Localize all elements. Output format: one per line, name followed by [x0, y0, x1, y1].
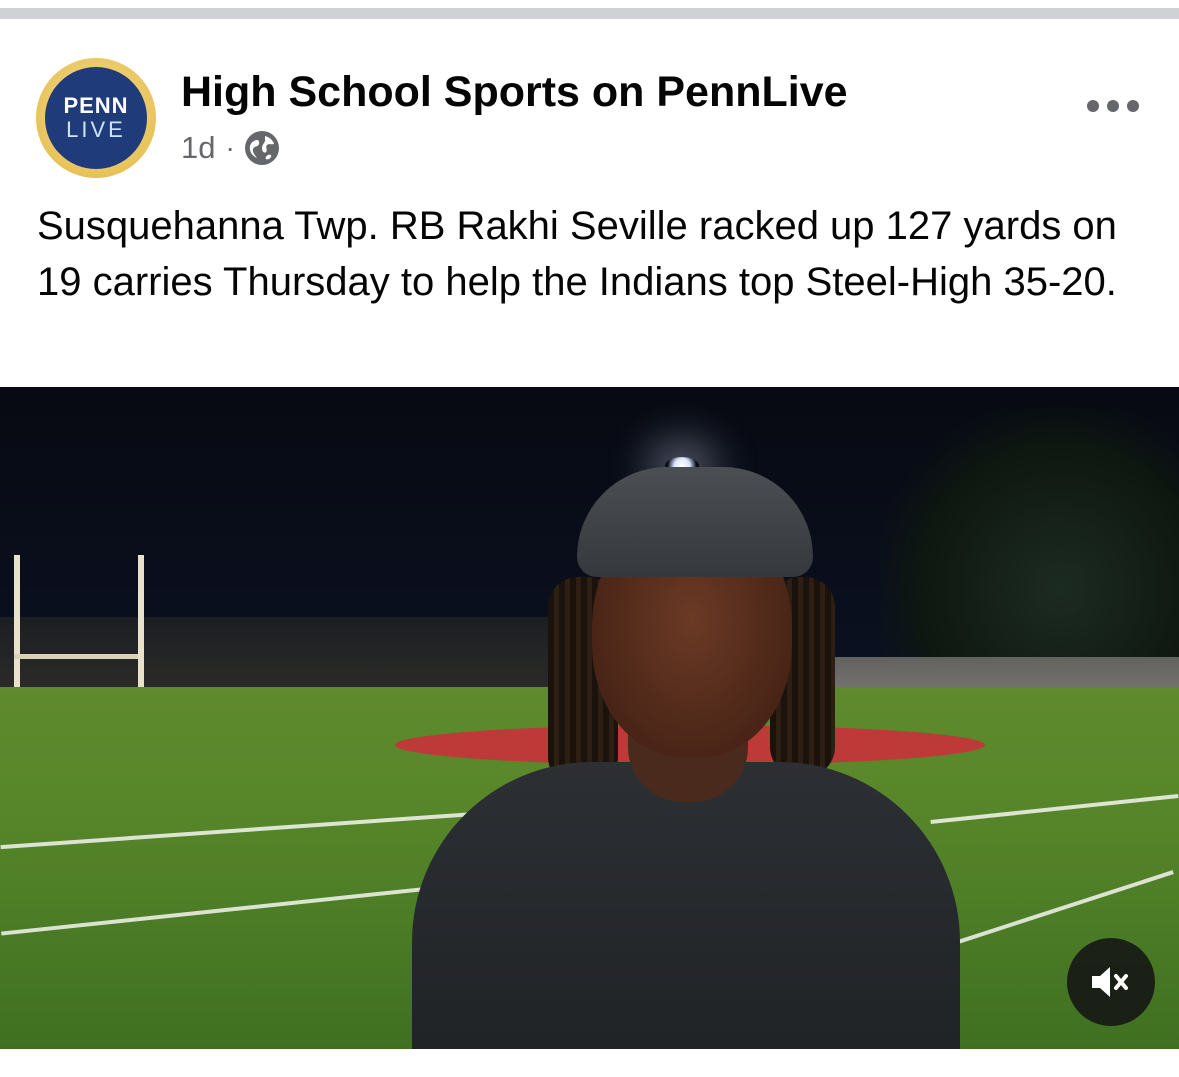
post-caption: Susquehanna Twp. RB Rakhi Seville racked…	[37, 204, 1117, 304]
feed-divider	[0, 0, 1179, 20]
speaker-muted-icon	[1092, 967, 1128, 997]
more-options-icon[interactable]	[1087, 98, 1139, 114]
logo-line-1: PENN	[63, 93, 129, 118]
video-player[interactable]	[0, 387, 1179, 1049]
player-headband	[577, 467, 813, 577]
post-header: PENN LIVE High School Sports on PennLive…	[0, 20, 1179, 190]
page-name-link[interactable]: High School Sports on PennLive	[181, 68, 848, 117]
pennlive-logo: PENN LIVE	[45, 67, 147, 169]
mute-toggle-button[interactable]	[1067, 938, 1155, 1026]
post-footer-spacer	[0, 1049, 1179, 1077]
post-timestamp[interactable]: 1d	[181, 130, 215, 166]
dot-3	[1127, 100, 1139, 112]
goalpost	[14, 555, 144, 695]
dot-1	[1087, 100, 1099, 112]
globe-icon[interactable]	[244, 131, 279, 165]
post-meta: 1d ·	[181, 130, 279, 166]
video-trees	[880, 407, 1179, 667]
player-shirt	[412, 762, 960, 1049]
dot-2	[1107, 100, 1119, 112]
logo-line-2: LIVE	[66, 117, 126, 142]
meta-separator: ·	[225, 132, 235, 163]
page-avatar[interactable]: PENN LIVE	[36, 58, 156, 178]
